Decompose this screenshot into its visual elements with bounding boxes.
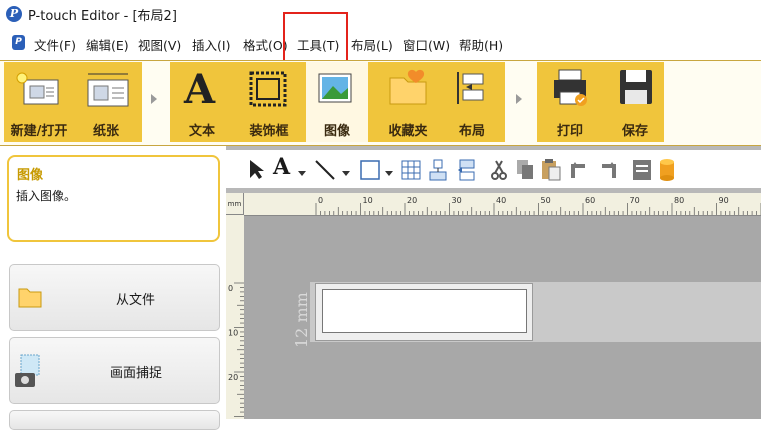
ruler-v-label: 20 (228, 373, 238, 382)
folder-icon (17, 283, 43, 312)
menu-help[interactable]: 帮助(H) (459, 35, 503, 54)
ruler-unit: mm (226, 193, 244, 215)
copy-icon[interactable] (515, 158, 535, 185)
frame-icon[interactable] (248, 70, 288, 111)
menu-window[interactable]: 窗口(W) (403, 35, 450, 54)
print-label[interactable]: 打印 (550, 120, 590, 139)
label-print-area[interactable] (322, 289, 527, 333)
arrange-tool-icon[interactable] (456, 158, 478, 185)
layout-label[interactable]: 布局 (452, 120, 492, 139)
save-label[interactable]: 保存 (615, 120, 655, 139)
ruler-h-label: 50 (541, 196, 551, 205)
image-icon[interactable] (317, 68, 357, 111)
ruler-h-label: 10 (363, 196, 373, 205)
database-icon[interactable] (657, 158, 677, 185)
text-dropdown-icon[interactable] (298, 166, 306, 180)
menu-insert[interactable]: 插入(I) (192, 35, 230, 54)
shape-dropdown-icon[interactable] (385, 166, 393, 180)
paste-icon[interactable] (540, 158, 562, 185)
undo-icon[interactable] (569, 158, 591, 185)
panel-title: 图像 (17, 168, 44, 183)
tape-size-label: 12 mm (292, 292, 311, 348)
ruler-h-label: 0 (318, 196, 323, 205)
ruler-h-label: 70 (630, 196, 640, 205)
clipart-label[interactable]: 收藏夹 (382, 120, 434, 139)
select-arrow-icon[interactable] (247, 158, 265, 183)
ruler-v-label: 10 (228, 329, 238, 338)
title-bar: P P-touch Editor - [布局2] (0, 0, 761, 28)
menu-file[interactable]: 文件(F) (34, 35, 76, 54)
tools-menu-highlight (283, 12, 348, 65)
print-icon[interactable] (551, 68, 591, 111)
ruler-h-label: 40 (496, 196, 506, 205)
line-tool-icon[interactable] (313, 158, 337, 185)
ruler-h-label: 60 (585, 196, 595, 205)
side-button-partial[interactable] (9, 410, 220, 430)
menu-format[interactable]: 格式(O) (243, 35, 288, 54)
image-label[interactable]: 图像 (317, 120, 357, 139)
vertical-ruler: 0 10 20 (226, 215, 245, 419)
menu-layout[interactable]: 布局(L) (351, 35, 393, 54)
save-icon[interactable] (618, 68, 654, 111)
layout-icon[interactable] (454, 68, 490, 111)
horizontal-ruler: 0102030405060708090100110 (244, 193, 761, 216)
document-icon[interactable]: P (12, 35, 25, 50)
paper-label[interactable]: 纸张 (86, 120, 126, 139)
screen-capture-label: 画面捕捉 (110, 366, 163, 381)
window-title: P-touch Editor - [布局2] (28, 9, 177, 24)
line-dropdown-icon[interactable] (342, 166, 350, 180)
panel-description: 插入图像。 (16, 189, 77, 203)
camera-capture-icon (13, 353, 43, 392)
menu-edit[interactable]: 编辑(E) (86, 35, 129, 54)
align-tool-icon[interactable] (426, 158, 448, 185)
text-tool-icon[interactable]: A (273, 154, 290, 180)
new-open-label[interactable]: 新建/打开 (6, 120, 72, 139)
ribbon-expand-arrow-icon-2[interactable] (516, 94, 522, 104)
rectangle-tool-icon[interactable] (359, 158, 381, 185)
text-label[interactable]: 文本 (182, 120, 222, 139)
from-file-label: 从文件 (116, 293, 156, 308)
frame-label[interactable]: 装饰框 (243, 120, 295, 139)
ruler-h-label: 30 (452, 196, 462, 205)
ruler-h-label: 80 (674, 196, 684, 205)
app-logo-icon: P (6, 6, 22, 22)
ruler-h-label: 90 (719, 196, 729, 205)
ribbon-expand-arrow-icon[interactable] (151, 94, 157, 104)
table-tool-icon[interactable] (400, 158, 422, 185)
folder-heart-icon[interactable] (386, 68, 430, 111)
new-open-icon[interactable] (14, 68, 60, 115)
text-icon[interactable]: A (184, 66, 215, 113)
menu-view[interactable]: 视图(V) (138, 35, 181, 54)
paper-icon[interactable] (82, 68, 132, 115)
properties-icon[interactable] (631, 158, 653, 185)
cut-icon[interactable] (489, 158, 509, 185)
ruler-v-label: 0 (228, 284, 233, 293)
redo-icon[interactable] (596, 158, 618, 185)
ruler-h-label: 20 (407, 196, 417, 205)
